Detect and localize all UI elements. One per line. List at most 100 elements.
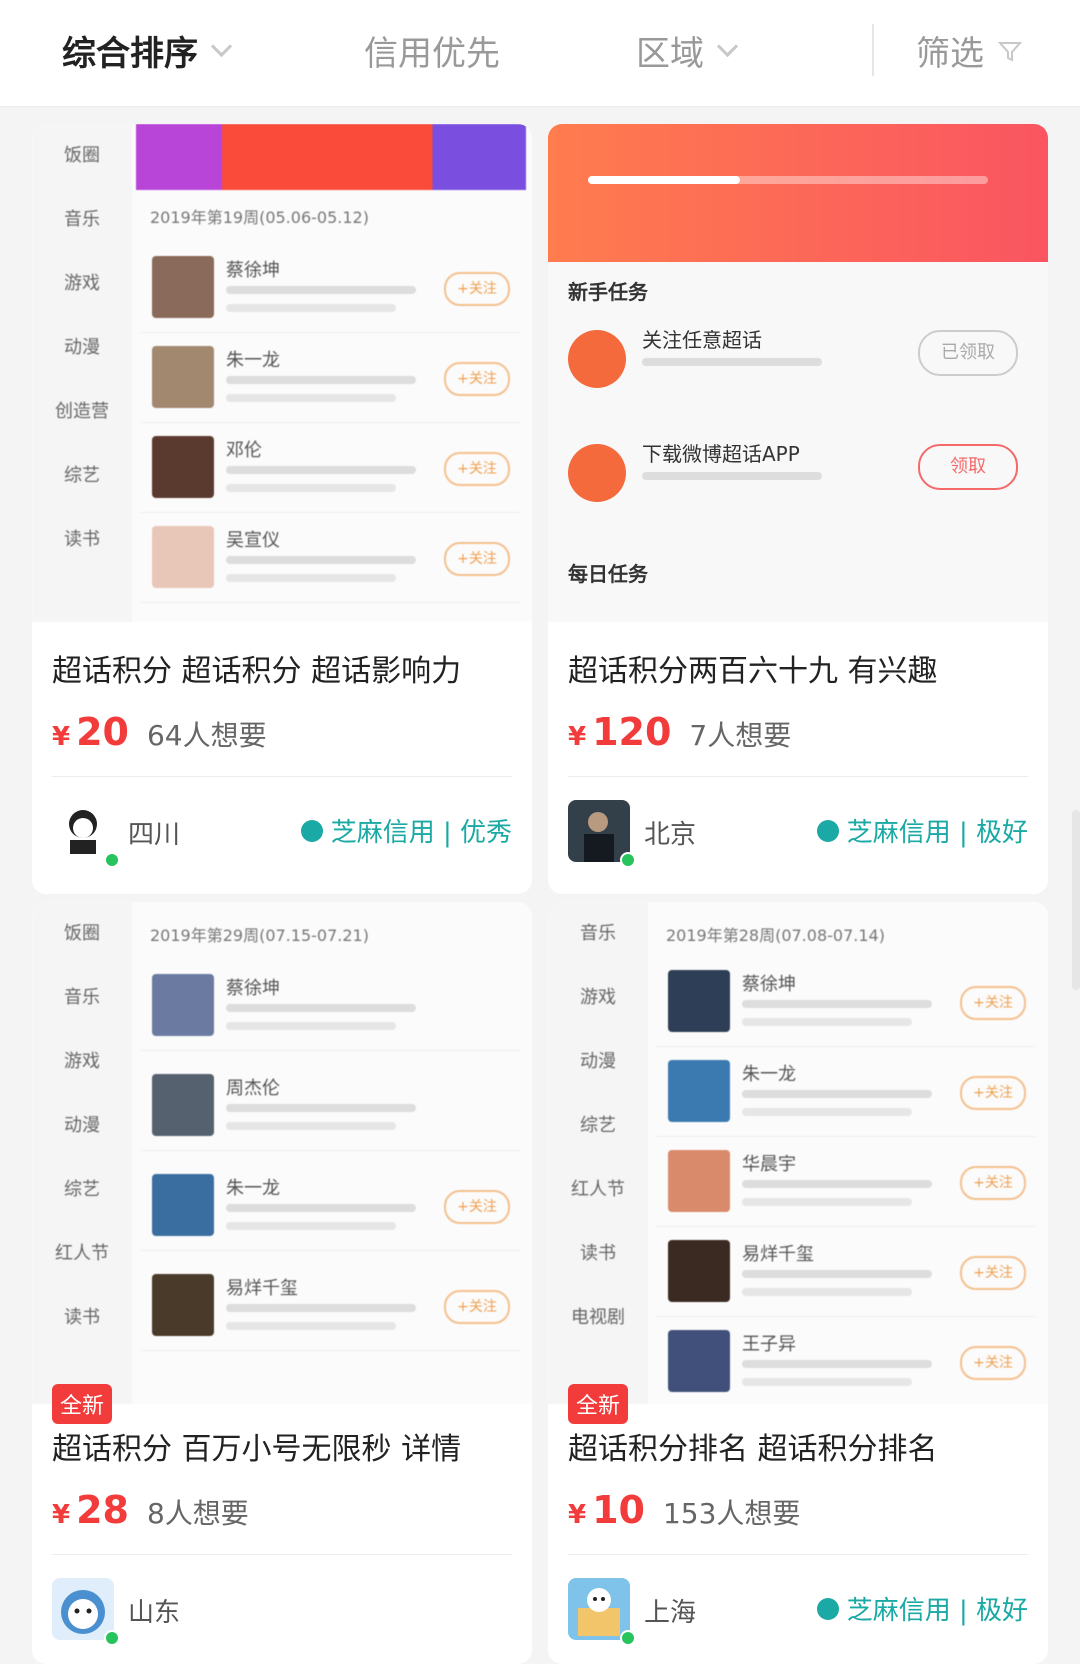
rank-name: 朱一龙 — [742, 1064, 796, 1085]
rank-name: 蔡徐坤 — [226, 978, 280, 999]
avatar — [152, 1074, 214, 1136]
filter-bar: 综合排序 信用优先 区域 筛选 — [0, 0, 1080, 107]
category-item: 游戏 — [64, 1051, 100, 1072]
price-value: 20 — [76, 710, 129, 754]
follow-button: +关注 — [444, 362, 510, 396]
rank-name: 周杰伦 — [226, 1078, 280, 1099]
product-thumbnail: 音乐 游戏 动漫 综艺 红人节 读书 电视剧 2019年第28周(07.08-0… — [548, 902, 1048, 1404]
avatar — [152, 436, 214, 498]
rank-name: 朱一龙 — [226, 1178, 280, 1199]
price-value: 120 — [592, 710, 672, 754]
price-value: 28 — [76, 1488, 129, 1532]
seller-avatar[interactable] — [568, 1578, 630, 1640]
follow-button: +关注 — [960, 986, 1026, 1020]
product-title: 超话积分 百万小号无限秒 详情 — [52, 1432, 462, 1467]
filter-divider — [872, 24, 874, 76]
credit-badge: 芝麻信用 | 优秀 — [300, 812, 512, 849]
price-row: ¥ 120 7人想要 — [568, 710, 791, 754]
seller-avatar[interactable] — [52, 800, 114, 862]
category-item: 音乐 — [64, 987, 100, 1008]
sort-credit-tab[interactable]: 信用优先 — [364, 26, 500, 75]
filter-tab[interactable]: 筛选 — [916, 26, 1024, 75]
category-item: 创造营 — [55, 401, 109, 422]
new-badge: 全新 — [568, 1384, 629, 1424]
rank-name: 王子异 — [742, 1334, 796, 1355]
follow-button: +关注 — [960, 1166, 1026, 1200]
avatar — [152, 256, 214, 318]
price-row: ¥ 28 8人想要 — [52, 1488, 249, 1532]
rank-row: 华晨宇 +关注 — [656, 1138, 1036, 1227]
sesame-credit-icon — [816, 1597, 839, 1620]
rank-name: 朱一龙 — [226, 350, 280, 371]
price-row: ¥ 10 153人想要 — [568, 1488, 800, 1532]
sesame-credit-icon — [816, 819, 839, 842]
divider — [568, 1554, 1028, 1555]
rank-row: 蔡徐坤 — [140, 962, 520, 1051]
category-item: 动漫 — [580, 1051, 616, 1072]
product-title: 超话积分两百六十九 有兴趣 — [568, 654, 938, 689]
online-status-dot — [104, 1630, 120, 1646]
follow-button: +关注 — [960, 1256, 1026, 1290]
rank-name: 邓伦 — [226, 440, 262, 461]
product-thumbnail: 新手任务 关注任意超话 已领取 下载微博超话APP 领取 每日任务 — [548, 124, 1048, 622]
price-value: 10 — [592, 1488, 645, 1532]
avatar — [668, 1060, 730, 1122]
currency-symbol: ¥ — [568, 1500, 587, 1530]
region-tab[interactable]: 区域 — [636, 26, 739, 75]
currency-symbol: ¥ — [568, 722, 587, 752]
credit-label: 芝麻信用 | 极好 — [846, 818, 1028, 848]
category-sidebar: 音乐 游戏 动漫 综艺 红人节 读书 电视剧 — [548, 902, 648, 1404]
week-label: 2019年第29周(07.15-07.21) — [150, 926, 369, 945]
category-item: 音乐 — [64, 209, 100, 230]
want-count: 153人想要 — [662, 1497, 801, 1530]
avatar — [152, 974, 214, 1036]
claimed-button: 已领取 — [918, 330, 1018, 376]
product-card[interactable]: 音乐 游戏 动漫 综艺 红人节 读书 电视剧 2019年第28周(07.08-0… — [548, 902, 1048, 1664]
daily-tasks-title: 每日任务 — [568, 562, 648, 586]
rank-row: 朱一龙 +关注 — [140, 334, 520, 423]
seller-avatar[interactable] — [52, 1578, 114, 1640]
avatar — [668, 1150, 730, 1212]
claim-button: 领取 — [918, 444, 1018, 490]
scrollbar[interactable] — [1072, 810, 1080, 990]
want-count: 64人想要 — [146, 719, 267, 752]
rank-name: 华晨宇 — [742, 1154, 796, 1175]
online-status-dot — [620, 852, 636, 868]
top3-banner — [136, 124, 526, 190]
rank-row: 朱一龙 +关注 — [140, 1162, 520, 1251]
online-status-dot — [104, 852, 120, 868]
filter-funnel-icon — [997, 41, 1023, 62]
seller-region: 上海 — [644, 1598, 697, 1628]
credit-label: 芝麻信用 | 极好 — [846, 1596, 1028, 1626]
category-item: 读书 — [64, 529, 100, 550]
product-thumbnail: 饭圈 音乐 游戏 动漫 创造营 综艺 读书 2019年第19周(05.06-05… — [32, 124, 532, 622]
product-title: 超话积分排名 超话积分排名 — [568, 1432, 938, 1467]
points-progress-fill — [588, 176, 740, 184]
week-label: 2019年第19周(05.06-05.12) — [150, 208, 369, 227]
rank-row: 易烊千玺 +关注 — [140, 1262, 520, 1351]
seller-region: 山东 — [128, 1598, 181, 1628]
points-header — [548, 124, 1048, 262]
chevron-down-icon — [716, 35, 739, 58]
rank-row: 王子异 +关注 — [656, 1318, 1036, 1404]
want-count: 8人想要 — [146, 1497, 249, 1530]
rank-name: 易烊千玺 — [226, 1278, 298, 1299]
seller-avatar[interactable] — [568, 800, 630, 862]
category-item: 饭圈 — [64, 145, 100, 166]
want-count: 7人想要 — [689, 719, 792, 752]
divider — [568, 776, 1028, 777]
rank-row: 吴宣仪 +关注 — [140, 514, 520, 603]
task-name: 下载微博超话APP — [642, 442, 800, 466]
product-card[interactable]: 饭圈 音乐 游戏 动漫 综艺 红人节 读书 2019年第29周(07.15-07… — [32, 902, 532, 1664]
credit-label: 芝麻信用 | 优秀 — [330, 818, 512, 848]
sort-comprehensive-tab[interactable]: 综合排序 — [62, 26, 233, 75]
sort-credit-label: 信用优先 — [364, 34, 500, 74]
online-status-dot — [620, 1630, 636, 1646]
product-card[interactable]: 饭圈 音乐 游戏 动漫 创造营 综艺 读书 2019年第19周(05.06-05… — [32, 124, 532, 894]
product-card[interactable]: 新手任务 关注任意超话 已领取 下载微博超话APP 领取 每日任务 超话积分两百… — [548, 124, 1048, 894]
newbie-tasks-title: 新手任务 — [568, 280, 648, 304]
avatar — [152, 1274, 214, 1336]
rank-row: 易烊千玺 +关注 — [656, 1228, 1036, 1317]
seller-region: 北京 — [644, 820, 697, 850]
sort-comprehensive-label: 综合排序 — [62, 34, 198, 74]
